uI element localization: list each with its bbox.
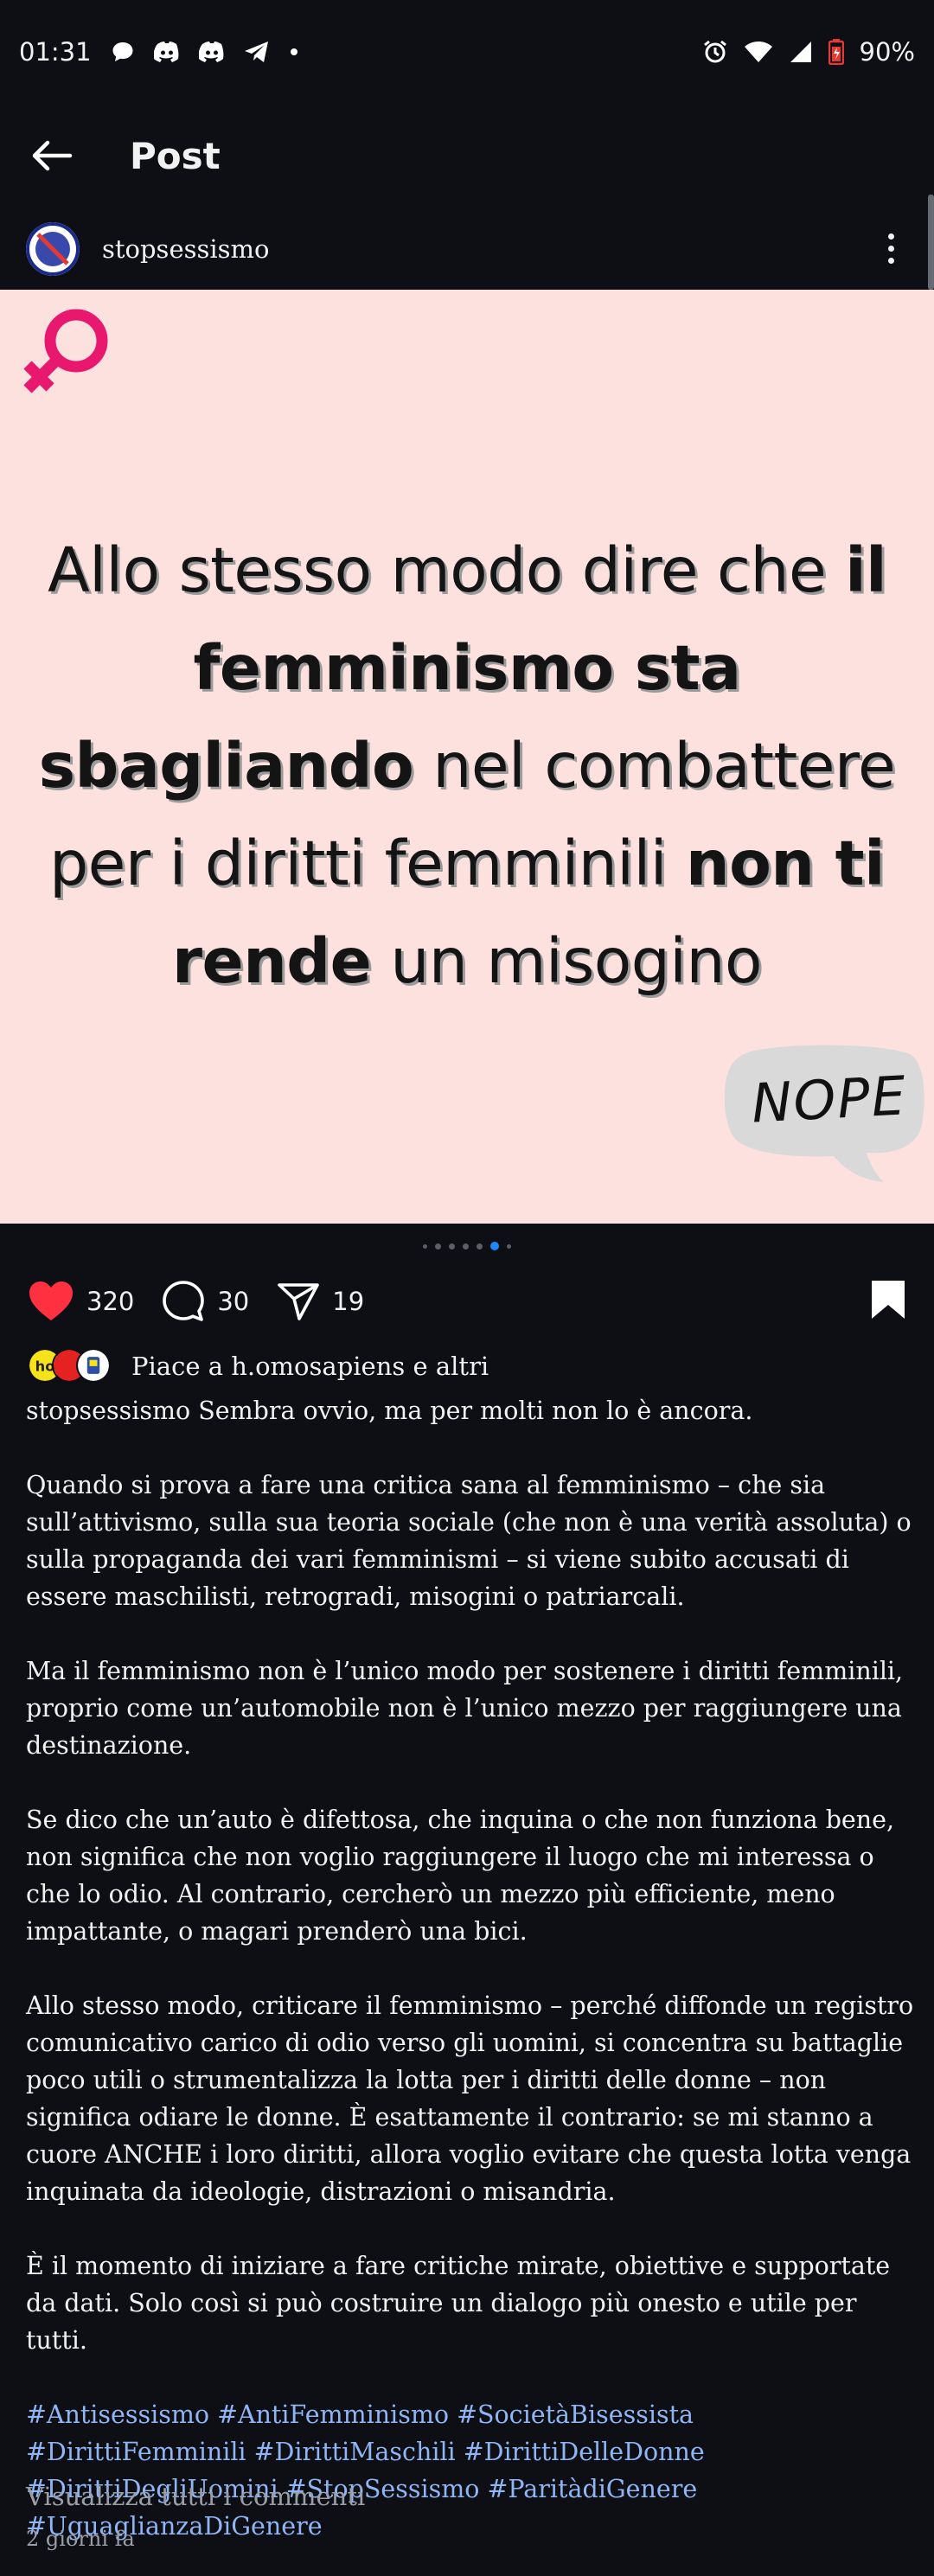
liker-avatars: ho — [28, 1348, 111, 1384]
bubble-text: NOPE — [750, 1064, 909, 1135]
more-options-button[interactable] — [873, 223, 908, 275]
top-app-bar: Post — [0, 104, 934, 208]
share-count: 19 — [332, 1287, 365, 1316]
carousel-dot — [423, 1243, 427, 1249]
venus-symbol-icon — [23, 309, 108, 393]
discord-icon — [198, 41, 225, 63]
comment-count: 30 — [217, 1287, 250, 1316]
carousel-dot — [477, 1243, 483, 1250]
telegram-icon — [244, 41, 270, 63]
post-image-text: Allo stesso modo dire che il femminismo … — [0, 521, 934, 1010]
post-text-segment: Allo stesso modo dire che — [48, 534, 846, 606]
post-timestamp: 2 giorni fa — [26, 2527, 135, 2551]
view-all-comments-link[interactable]: Visualizza tutti i commenti — [26, 2482, 365, 2511]
comment-icon — [163, 1281, 205, 1321]
caption-first-line: stopsessismo Sembra ovvio, ma per molti … — [26, 1397, 753, 1425]
avatar[interactable] — [26, 221, 80, 276]
caption-paragraph: È il momento di iniziare a fare critiche… — [26, 2252, 891, 2355]
caption-paragraph: Quando si prova a fare una critica sana … — [26, 1471, 912, 1611]
heart-icon — [29, 1282, 73, 1320]
alarm-icon — [702, 39, 728, 65]
liked-by-row[interactable]: ho Piace a h.omosapiens e altri — [0, 1345, 934, 1388]
carousel-dot — [435, 1243, 441, 1250]
status-bar: 01:31 90% — [0, 0, 934, 104]
save-button[interactable] — [870, 1279, 906, 1324]
scrollbar[interactable] — [928, 195, 934, 290]
wifi-icon — [744, 40, 773, 64]
arrow-left-icon — [32, 140, 73, 171]
like-button[interactable]: 320 — [28, 1281, 134, 1322]
battery-level: 90% — [859, 37, 915, 67]
bookmark-icon — [872, 1281, 905, 1319]
post-actions: 320 30 19 — [0, 1271, 934, 1332]
like-count: 320 — [86, 1287, 135, 1316]
carousel-dot — [449, 1243, 455, 1250]
battery-low-icon — [828, 39, 844, 65]
share-button[interactable]: 19 — [277, 1282, 364, 1321]
status-time: 01:31 — [19, 37, 92, 67]
carousel-indicator — [0, 1242, 934, 1250]
send-icon — [278, 1283, 320, 1320]
discord-icon — [153, 41, 180, 63]
page-title: Post — [130, 134, 221, 177]
chat-bubble-icon — [111, 40, 135, 64]
avatar — [76, 1348, 111, 1383]
author-username[interactable]: stopsessismo — [102, 234, 269, 264]
carousel-dot — [507, 1243, 511, 1249]
carousel-dot-active — [490, 1242, 499, 1250]
caption-paragraph: Ma il femminismo non è l’unico modo per … — [26, 1657, 904, 1760]
caption-paragraph: Se dico che un’auto è difettosa, che inq… — [26, 1806, 895, 1946]
liked-by-text: Piace a h.omosapiens e altri — [131, 1352, 489, 1381]
notification-dot-icon — [289, 47, 299, 57]
hashtags[interactable]: #Antisessismo #AntiFemminismo #SocietàBi… — [26, 2396, 917, 2545]
more-vertical-icon — [887, 233, 894, 240]
back-button[interactable] — [0, 104, 104, 208]
post-text-segment: un misogino — [371, 925, 762, 997]
carousel-dot — [463, 1243, 469, 1250]
caption-paragraph: Allo stesso modo, criticare il femminism… — [26, 1991, 914, 2206]
post-caption: stopsessismo Sembra ovvio, ma per molti … — [26, 1392, 917, 2545]
comment-button[interactable]: 30 — [162, 1280, 249, 1323]
post-image[interactable]: Allo stesso modo dire che il femminismo … — [0, 290, 934, 1224]
signal-icon — [789, 40, 813, 64]
post-header: stopsessismo — [0, 208, 934, 290]
